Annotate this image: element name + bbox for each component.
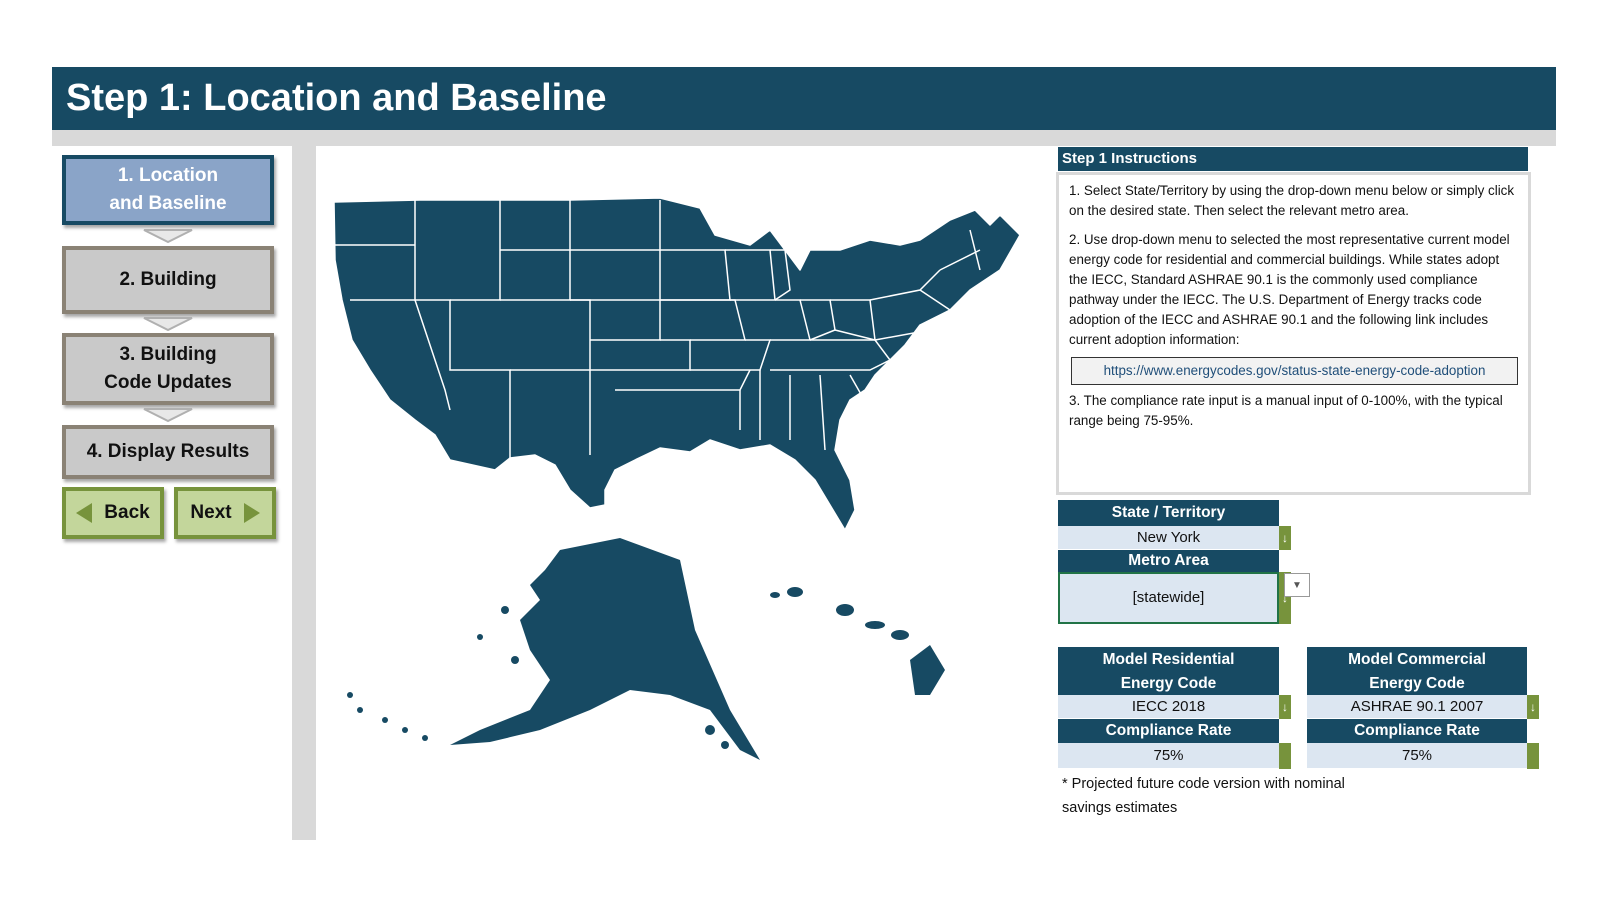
res-code-label-2: Energy Code [1120, 675, 1217, 692]
nav-step-2-label: 2. Building [119, 269, 217, 290]
com-code-label-2: Energy Code [1369, 675, 1465, 692]
instructions-panel: 1. Select State/Territory by using the d… [1056, 172, 1531, 495]
nav-step-3-building-code-updates[interactable]: 3. Building Code Updates [62, 333, 274, 405]
instruction-3: 3. The compliance rate input is a manual… [1069, 393, 1503, 428]
state-label: State / Territory [1058, 500, 1279, 526]
res-code-label: Model Residential Energy Code [1058, 647, 1279, 695]
page-title: Step 1: Location and Baseline [52, 67, 1556, 130]
com-code-label: Model Commercial Energy Code [1307, 647, 1527, 695]
com-rate-label: Compliance Rate [1307, 719, 1527, 743]
arrow-left-icon [76, 503, 93, 523]
metro-label: Metro Area [1058, 550, 1279, 572]
res-code-select[interactable]: IECC 2018 [1058, 695, 1279, 719]
next-button[interactable]: Next [174, 487, 276, 539]
com-code-label-1: Model Commercial [1348, 651, 1486, 668]
res-code-dropdown-icon[interactable]: ↓ [1279, 695, 1291, 719]
com-rate-marker [1527, 743, 1539, 769]
chevron-down-icon [143, 408, 193, 423]
res-rate-input[interactable]: 75% [1058, 743, 1279, 769]
next-label: Next [190, 502, 232, 523]
chevron-down-icon [143, 229, 193, 244]
map-hawaii [770, 587, 945, 695]
dropdown-arrow-button[interactable]: ▼ [1284, 573, 1310, 597]
nav-step-3-line1: 3. Building [119, 344, 217, 365]
res-rate-marker [1279, 743, 1291, 769]
instruction-1: 1. Select State/Territory by using the d… [1069, 183, 1515, 218]
state-select[interactable]: New York [1058, 526, 1279, 550]
note-line-2: savings estimates [1062, 800, 1178, 816]
back-label: Back [104, 502, 150, 523]
com-code-dropdown-icon[interactable]: ↓ [1527, 695, 1539, 719]
nav-step-1-line1: 1. Location [117, 165, 219, 186]
note-line-1: * Projected future code version with nom… [1062, 776, 1345, 792]
nav-step-1-line2: and Baseline [109, 193, 227, 214]
metro-select[interactable]: [statewide] [1058, 572, 1279, 624]
res-rate-label: Compliance Rate [1058, 719, 1279, 743]
nav-step-4-label: 4. Display Results [86, 441, 250, 462]
caret-down-icon: ▼ [1292, 579, 1302, 591]
state-dropdown-icon[interactable]: ↓ [1279, 526, 1291, 550]
instructions-header: Step 1 Instructions [1058, 147, 1528, 171]
us-states-map[interactable] [330, 190, 1050, 810]
nav-step-2-building[interactable]: 2. Building [62, 246, 274, 314]
arrow-right-icon [243, 503, 260, 523]
com-rate-input[interactable]: 75% [1307, 743, 1527, 769]
chevron-down-icon [143, 317, 193, 332]
instruction-2: 2. Use drop-down menu to selected the mo… [1069, 232, 1510, 347]
back-button[interactable]: Back [62, 487, 164, 539]
projected-code-note: * Projected future code version with nom… [1062, 772, 1402, 820]
res-code-label-1: Model Residential [1102, 651, 1235, 668]
nav-step-1-location-baseline[interactable]: 1. Location and Baseline [62, 155, 274, 225]
title-underline [52, 130, 1556, 146]
com-code-select[interactable]: ASHRAE 90.1 2007 [1307, 695, 1527, 719]
nav-step-4-display-results[interactable]: 4. Display Results [62, 425, 274, 479]
nav-step-3-line2: Code Updates [104, 372, 232, 393]
panel-divider [292, 146, 316, 840]
adoption-link[interactable]: https://www.energycodes.gov/status-state… [1071, 357, 1518, 385]
